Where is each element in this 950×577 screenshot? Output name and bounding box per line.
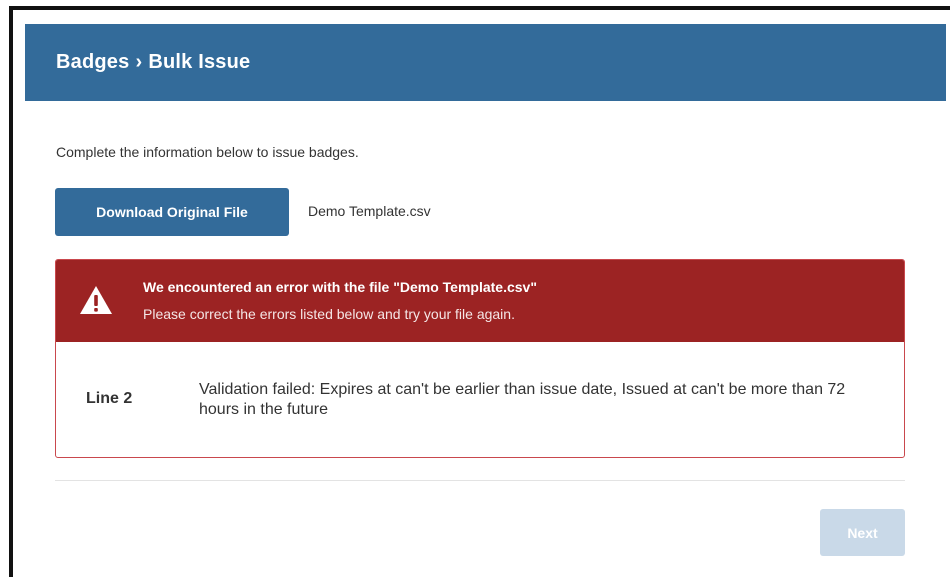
breadcrumb-separator: › [135,51,143,73]
error-message: Validation failed: Expires at can't be e… [199,381,846,418]
error-alert-header: We encountered an error with the file "D… [56,260,904,342]
error-title: We encountered an error with the file "D… [143,279,537,295]
breadcrumb-badges-link[interactable]: Badges [56,51,129,74]
uploaded-file-name: Demo Template.csv [308,203,431,219]
footer-divider [55,480,905,481]
intro-text: Complete the information below to issue … [56,144,359,160]
error-row: Line 2 Validation failed: Expires at can… [56,342,904,457]
bulk-issue-panel: Badges › Bulk Issue Complete the informa… [25,24,946,577]
window-frame: Badges › Bulk Issue Complete the informa… [9,6,950,577]
download-original-file-button[interactable]: Download Original File [55,188,289,236]
warning-triangle-icon [80,286,112,314]
breadcrumb-current-page: Bulk Issue [148,51,251,73]
page-header: Badges › Bulk Issue [25,24,946,101]
breadcrumb: Badges › Bulk Issue [56,51,250,74]
next-button[interactable]: Next [820,509,905,556]
error-subtitle: Please correct the errors listed below a… [143,306,515,322]
error-alert: We encountered an error with the file "D… [55,259,905,458]
error-line-number: Line 2 [86,390,133,407]
